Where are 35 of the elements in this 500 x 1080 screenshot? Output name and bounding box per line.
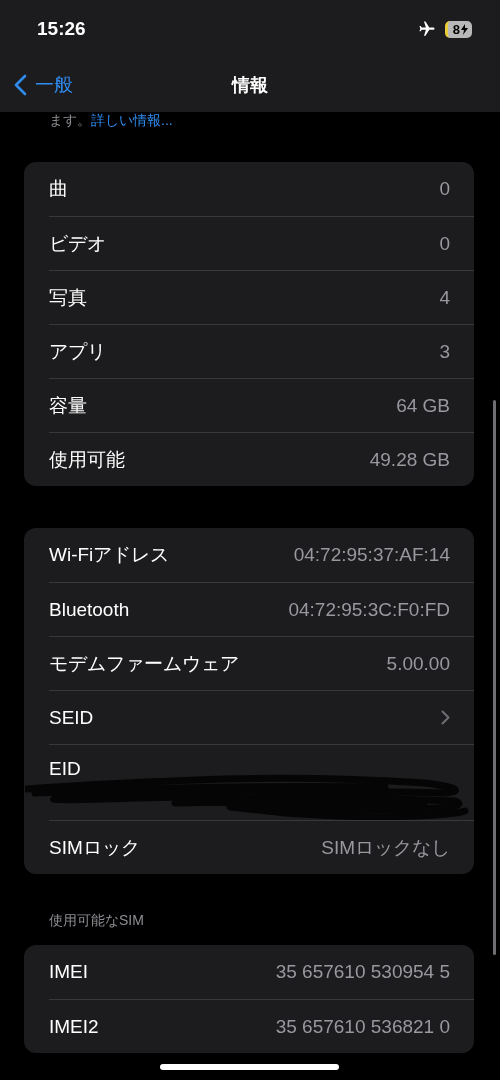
row-value: 64 GB [396,394,450,417]
row-value: 35 657610 530954 5 [275,961,450,983]
row-label: ビデオ [49,231,106,256]
chevron-left-icon [14,74,27,96]
row-label: Bluetooth [49,598,130,621]
section-header: 使用可能なSIM [48,912,145,930]
chevron-right-icon [441,710,450,725]
row-label: SEID [49,706,94,729]
row-label: Wi-Fiアドレス [49,543,170,567]
row-value: 04:72:95:37:AF:14 [293,544,450,566]
row-value: SIMロックなし [321,835,450,860]
row-value: 4 [439,286,450,309]
row-label: モデムファームウェア [49,651,239,676]
row-label: 容量 [49,393,87,418]
page-title: 情報 [232,74,268,97]
row-value: 35 657610 536821 0 [275,1015,450,1038]
row-value: 3 [439,340,450,363]
row-label: 曲 [49,177,68,201]
row-label: 写真 [49,285,87,310]
row-label: アプリ [49,339,106,364]
row-value: 49.28 GB [369,448,450,471]
row-label: EID [49,758,81,780]
learn-more-link[interactable]: 詳しい情報... [91,112,173,130]
intro-text: ます。 [49,112,91,130]
row-label: SIMロック [49,835,140,860]
row-value: 5.00.00 [386,652,450,675]
status-time: 15:26 [37,18,86,40]
back-button[interactable]: 一般 [14,72,73,98]
row-label: IMEI2 [49,1015,99,1038]
row-label: IMEI [49,961,89,983]
battery-icon: 8 [444,20,472,38]
row-value: 0 [439,232,450,255]
row-label: 使用可能 [49,447,125,472]
row-value: 04:72:95:3C:F0:FD [288,598,450,621]
row-value: 0 [439,178,450,200]
